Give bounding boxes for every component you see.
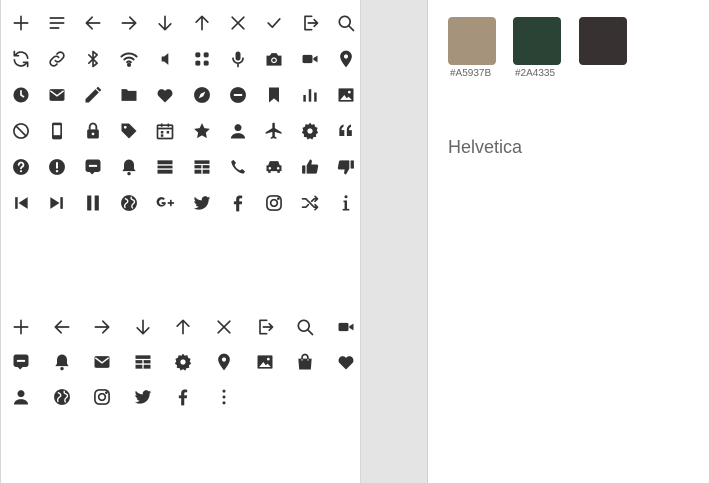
- globe-icon[interactable]: [52, 387, 72, 407]
- bar-chart-icon[interactable]: [300, 85, 320, 105]
- instagram-icon[interactable]: [264, 193, 284, 213]
- pause-icon[interactable]: [83, 193, 103, 213]
- alert-circle-icon[interactable]: [47, 157, 67, 177]
- volume-icon[interactable]: [155, 49, 175, 69]
- airplane-icon[interactable]: [264, 121, 284, 141]
- arrow-left-icon[interactable]: [83, 13, 103, 33]
- color-swatch-1-label: #A5937B: [450, 68, 492, 79]
- link-icon[interactable]: [47, 49, 67, 69]
- logout-icon[interactable]: [300, 13, 320, 33]
- plus-icon[interactable]: [11, 317, 31, 337]
- mail-icon[interactable]: [47, 85, 67, 105]
- refresh-icon[interactable]: [11, 49, 31, 69]
- close-icon[interactable]: [228, 13, 248, 33]
- video-camera-icon[interactable]: [336, 317, 356, 337]
- google-plus-icon[interactable]: [155, 193, 175, 213]
- shuffle-icon[interactable]: [300, 193, 320, 213]
- minus-circle-icon[interactable]: [228, 85, 248, 105]
- calendar-icon[interactable]: [155, 121, 175, 141]
- location-pin-icon[interactable]: [214, 352, 234, 372]
- video-camera-icon[interactable]: [300, 49, 320, 69]
- mail-icon[interactable]: [92, 352, 112, 372]
- chat-bubble-icon[interactable]: [83, 157, 103, 177]
- arrow-up-icon[interactable]: [192, 13, 212, 33]
- search-icon[interactable]: [336, 13, 356, 33]
- user-icon[interactable]: [228, 121, 248, 141]
- bell-icon[interactable]: [52, 352, 72, 372]
- thumbs-up-icon[interactable]: [300, 157, 320, 177]
- wifi-icon[interactable]: [119, 49, 139, 69]
- smartphone-icon[interactable]: [47, 121, 67, 141]
- panel-gutter: [361, 0, 428, 483]
- microphone-icon[interactable]: [228, 49, 248, 69]
- facebook-icon[interactable]: [228, 193, 248, 213]
- bell-icon[interactable]: [119, 157, 139, 177]
- quote-icon[interactable]: [336, 121, 356, 141]
- info-icon[interactable]: [336, 193, 356, 213]
- search-icon[interactable]: [295, 317, 315, 337]
- heart-icon[interactable]: [336, 352, 356, 372]
- close-icon[interactable]: [214, 317, 234, 337]
- help-circle-icon[interactable]: [11, 157, 31, 177]
- apps-grid-icon[interactable]: [192, 49, 212, 69]
- more-vertical-icon[interactable]: [214, 387, 234, 407]
- globe-icon[interactable]: [119, 193, 139, 213]
- heart-icon[interactable]: [155, 85, 175, 105]
- shopping-bag-icon[interactable]: [295, 352, 315, 372]
- gear-icon[interactable]: [300, 121, 320, 141]
- arrow-down-icon[interactable]: [133, 317, 153, 337]
- car-icon[interactable]: [264, 157, 284, 177]
- style-guide-panel: #A5937B #2A4335 Helvetica: [428, 0, 709, 483]
- tag-icon[interactable]: [119, 121, 139, 141]
- color-swatch-1[interactable]: [448, 17, 496, 65]
- location-pin-icon[interactable]: [336, 49, 356, 69]
- arrow-right-icon[interactable]: [119, 13, 139, 33]
- chat-bubble-icon[interactable]: [11, 352, 31, 372]
- twitter-icon[interactable]: [133, 387, 153, 407]
- plus-icon[interactable]: [11, 13, 31, 33]
- star-icon[interactable]: [192, 121, 212, 141]
- instagram-icon[interactable]: [92, 387, 112, 407]
- thumbs-down-icon[interactable]: [336, 157, 356, 177]
- menu-lines-icon[interactable]: [47, 13, 67, 33]
- block-icon[interactable]: [11, 121, 31, 141]
- icon-library-panel: [0, 0, 395, 483]
- color-swatch-3[interactable]: [579, 17, 627, 65]
- folder-icon[interactable]: [119, 85, 139, 105]
- bookmark-icon[interactable]: [264, 85, 284, 105]
- bluetooth-icon[interactable]: [83, 49, 103, 69]
- phone-icon[interactable]: [228, 157, 248, 177]
- skip-previous-icon[interactable]: [11, 193, 31, 213]
- arrow-down-icon[interactable]: [155, 13, 175, 33]
- camera-icon[interactable]: [264, 49, 284, 69]
- twitter-icon[interactable]: [192, 193, 212, 213]
- skip-next-icon[interactable]: [47, 193, 67, 213]
- table-icon[interactable]: [192, 157, 212, 177]
- user-icon[interactable]: [11, 387, 31, 407]
- check-icon[interactable]: [264, 13, 284, 33]
- font-sample-text: Helvetica: [448, 137, 523, 157]
- list-icon[interactable]: [155, 157, 175, 177]
- color-swatch-2-label: #2A4335: [515, 68, 556, 79]
- image-icon[interactable]: [255, 352, 275, 372]
- compass-icon[interactable]: [192, 85, 212, 105]
- gear-icon[interactable]: [173, 352, 193, 372]
- table-icon[interactable]: [133, 352, 153, 372]
- arrow-up-icon[interactable]: [173, 317, 193, 337]
- facebook-icon[interactable]: [173, 387, 193, 407]
- color-swatch-2[interactable]: [513, 17, 561, 65]
- arrow-left-icon[interactable]: [52, 317, 72, 337]
- logout-icon[interactable]: [255, 317, 275, 337]
- image-icon[interactable]: [336, 85, 356, 105]
- lock-icon[interactable]: [83, 121, 103, 141]
- pencil-icon[interactable]: [83, 85, 103, 105]
- arrow-right-icon[interactable]: [92, 317, 112, 337]
- clock-icon[interactable]: [11, 85, 31, 105]
